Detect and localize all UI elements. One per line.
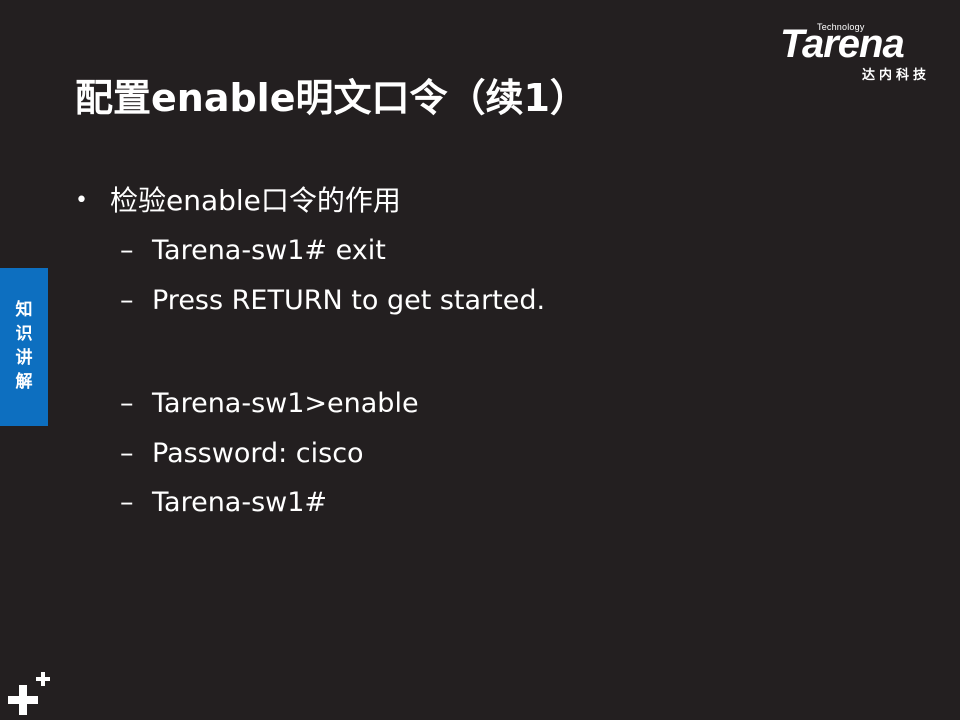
dash-icon: – <box>120 284 134 316</box>
sub-item: – Tarena-sw1# <box>75 478 895 528</box>
dash-icon: – <box>120 388 134 419</box>
logo-chinese-text: 达内科技 <box>862 68 931 83</box>
sub-item: – Tarena-sw1>enable <box>75 379 895 429</box>
sub-item-text: Password: cisco <box>152 437 364 469</box>
logo-brand-text: Tarena <box>780 22 905 66</box>
dash-icon: – <box>120 437 134 469</box>
side-tab: 知识讲解 <box>0 268 48 426</box>
bullet-dot-icon: • <box>75 188 88 213</box>
dash-icon: – <box>120 487 134 518</box>
sub-item: – Password: cisco <box>75 429 895 479</box>
plus-icon <box>8 672 50 715</box>
slide-content: • 检验enable口令的作用 – Tarena-sw1# exit – Pre… <box>75 176 895 528</box>
sub-item-text: Press RETURN to get started. <box>152 284 546 316</box>
dash-icon: – <box>120 235 134 266</box>
slide-title: 配置enable明文口令（续1） <box>75 76 588 120</box>
sub-item-text: Tarena-sw1>enable <box>152 388 419 419</box>
bullet-text: 检验enable口令的作用 <box>110 184 401 217</box>
sub-item: – Tarena-sw1# exit <box>75 226 895 276</box>
sub-item-text: Tarena-sw1# <box>152 487 328 518</box>
sub-item-text: Tarena-sw1# exit <box>152 235 386 266</box>
tarena-logo: Technology Tarena 达内科技 <box>780 22 948 83</box>
side-tab-label: 知识讲解 <box>15 300 33 392</box>
sub-item: – Press RETURN to get started. <box>75 276 895 326</box>
bullet-item: • 检验enable口令的作用 <box>75 176 895 226</box>
